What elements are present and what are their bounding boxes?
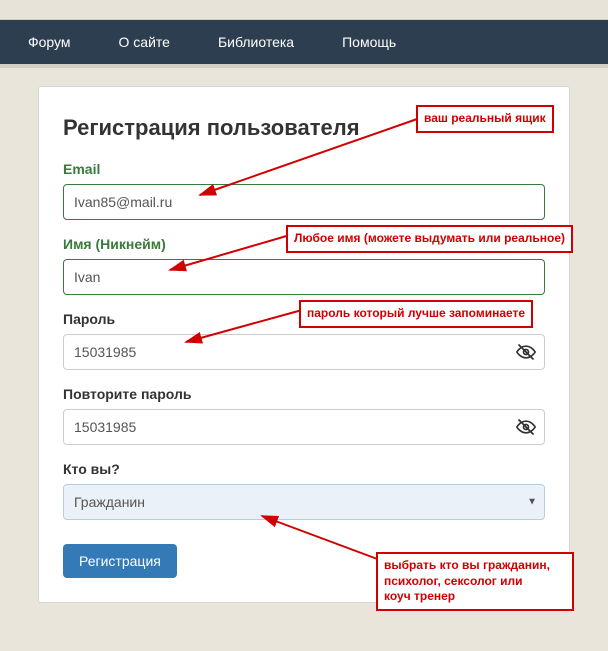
toggle-password2-visibility-icon[interactable] bbox=[515, 416, 537, 438]
nav-item-help[interactable]: Помощь bbox=[318, 20, 420, 64]
email-label: Email bbox=[63, 161, 545, 177]
registration-panel: Регистрация пользователя Email Имя (Никн… bbox=[38, 86, 570, 603]
annotation-email: ваш реальный ящик bbox=[416, 105, 554, 133]
role-label: Кто вы? bbox=[63, 461, 545, 477]
main-nav: Форум О сайте Библиотека Помощь bbox=[0, 20, 608, 64]
toggle-password-visibility-icon[interactable] bbox=[515, 341, 537, 363]
nav-item-forum[interactable]: Форум bbox=[4, 20, 95, 64]
name-field[interactable] bbox=[63, 259, 545, 295]
annotation-name: Любое имя (можете выдумать или реальное) bbox=[286, 225, 573, 253]
form-group-role: Кто вы? Гражданин ▼ bbox=[63, 461, 545, 520]
role-select[interactable]: Гражданин bbox=[63, 484, 545, 520]
form-group-email: Email bbox=[63, 161, 545, 220]
annotation-password: пароль который лучше запоминаете bbox=[299, 300, 533, 328]
email-field[interactable] bbox=[63, 184, 545, 220]
nav-item-about[interactable]: О сайте bbox=[95, 20, 194, 64]
password2-label: Повторите пароль bbox=[63, 386, 545, 402]
form-group-password2: Повторите пароль bbox=[63, 386, 545, 445]
password-field[interactable] bbox=[63, 334, 545, 370]
password2-field[interactable] bbox=[63, 409, 545, 445]
nav-item-library[interactable]: Библиотека bbox=[194, 20, 318, 64]
annotation-role: выбрать кто вы гражданин, психолог, секс… bbox=[376, 552, 574, 611]
register-button[interactable]: Регистрация bbox=[63, 544, 177, 578]
top-spacer bbox=[0, 0, 608, 20]
